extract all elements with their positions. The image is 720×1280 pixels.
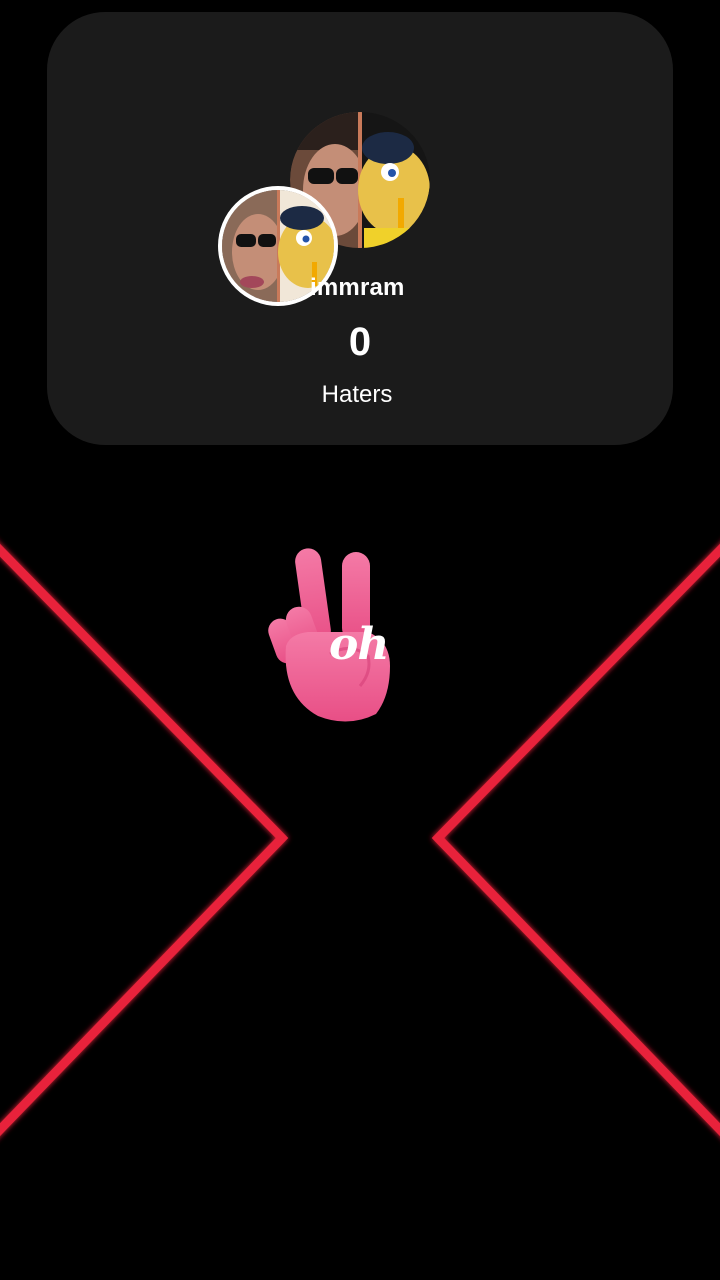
frame-right-chevron xyxy=(431,543,720,1137)
haters-count-value: 0 xyxy=(348,320,372,364)
profile-username[interactable]: immram xyxy=(310,274,405,302)
haters-label: Haters xyxy=(321,381,393,408)
sticker-text: oh xyxy=(329,619,389,670)
haters-count: 0 xyxy=(0,320,720,365)
frame-left-chevron xyxy=(0,543,289,1137)
